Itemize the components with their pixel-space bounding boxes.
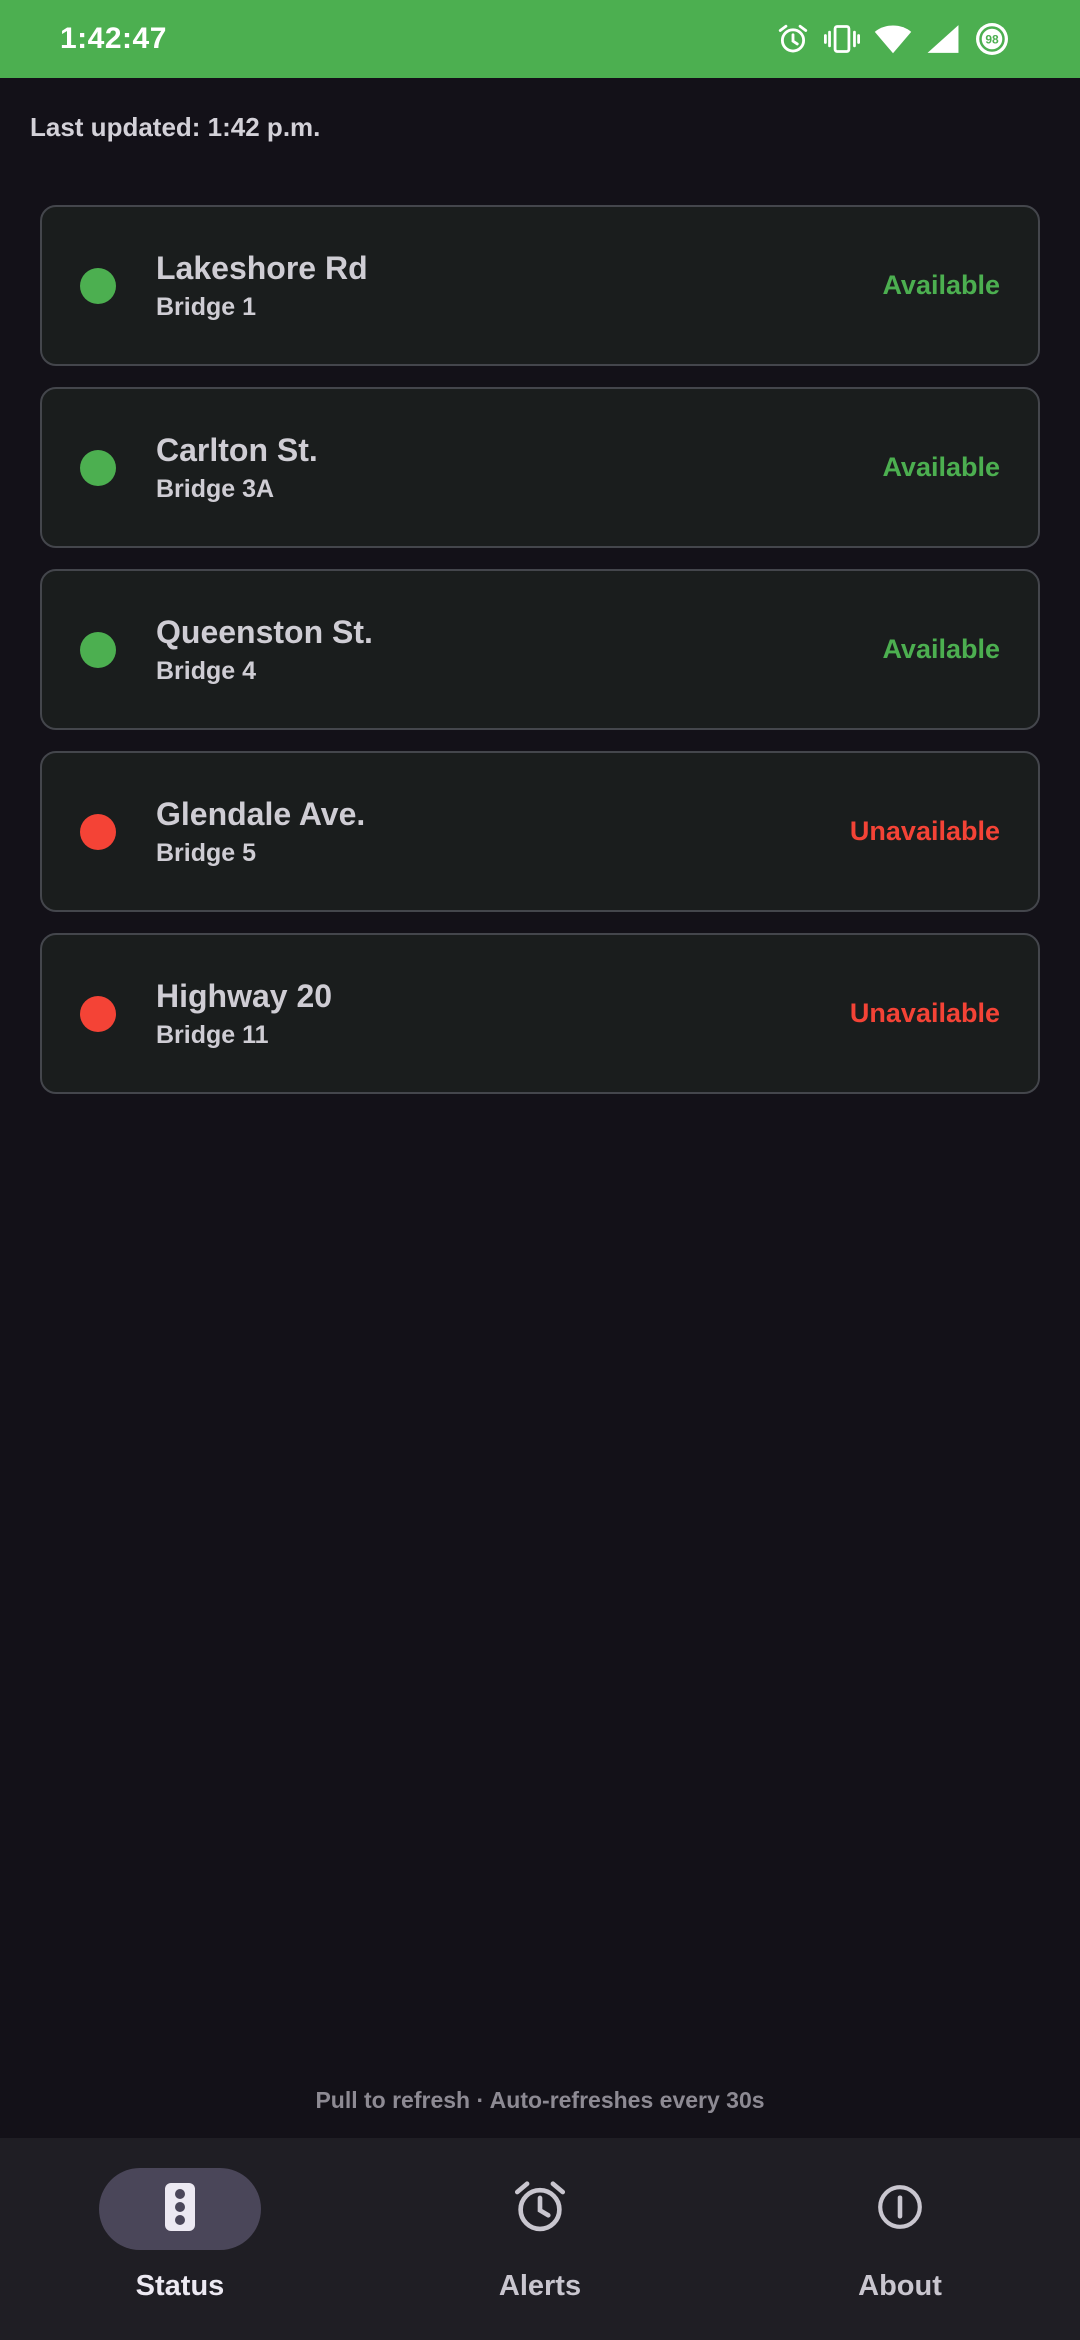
nav-item-alerts[interactable]: Alerts: [360, 2138, 720, 2340]
system-icons: 98: [776, 21, 1010, 57]
nav-item-status[interactable]: Status: [0, 2138, 360, 2340]
bottom-navigation: Status Alerts About: [0, 2138, 1080, 2340]
bridge-status: Unavailable: [849, 998, 1000, 1028]
screen: 1:42:47 98 Last updated: 1:42 p.m. Lakes…: [0, 0, 1080, 2340]
status-bar-time: 1:42:47: [60, 22, 167, 55]
info-icon: [875, 2182, 925, 2237]
bridge-name: Carlton St.: [156, 431, 318, 468]
bridge-status: Available: [882, 270, 1000, 300]
alarm-clock-icon: [509, 2176, 571, 2243]
status-dot: [80, 267, 116, 304]
nav-label-about: About: [858, 2270, 942, 2302]
bridge-name: Glendale Ave.: [156, 795, 366, 832]
nav-pill: [459, 2168, 621, 2250]
bridge-number: Bridge 1: [156, 292, 257, 321]
bridge-text: Glendale Ave. Bridge 5: [156, 794, 850, 870]
wifi-icon: [874, 23, 912, 55]
bridge-status: Available: [882, 634, 1000, 664]
bridge-text: Carlton St. Bridge 3A: [156, 430, 882, 506]
status-bar: 1:42:47 98: [0, 0, 1080, 78]
cell-signal-icon: [926, 23, 960, 55]
nav-item-about[interactable]: About: [720, 2138, 1080, 2340]
bridge-card[interactable]: Queenston St. Bridge 4 Available: [40, 569, 1040, 730]
traffic-light-icon: [162, 2181, 198, 2238]
refresh-hint: Pull to refresh · Auto-refreshes every 3…: [315, 2087, 765, 2113]
nav-active-indicator: [99, 2168, 261, 2250]
status-dot: [80, 449, 116, 486]
alarm-icon: [776, 22, 810, 56]
status-dot: [80, 813, 116, 850]
vibrate-icon: [824, 22, 860, 56]
bridge-card[interactable]: Glendale Ave. Bridge 5 Unavailable: [40, 751, 1040, 912]
nav-label-alerts: Alerts: [498, 2270, 582, 2302]
bridge-text: Lakeshore Rd Bridge 1: [156, 248, 882, 324]
status-dot: [80, 995, 116, 1032]
bridge-name: Queenston St.: [156, 613, 373, 650]
bridge-text: Queenston St. Bridge 4: [156, 612, 882, 688]
bridge-number: Bridge 4: [156, 656, 257, 685]
bridge-card[interactable]: Lakeshore Rd Bridge 1 Available: [40, 205, 1040, 366]
bridge-number: Bridge 5: [156, 838, 257, 867]
bridge-number: Bridge 11: [156, 1020, 269, 1049]
status-dot: [80, 631, 116, 668]
bridge-name: Lakeshore Rd: [156, 249, 368, 286]
bridge-status: Available: [882, 452, 1000, 482]
bridge-card[interactable]: Carlton St. Bridge 3A Available: [40, 387, 1040, 548]
bridge-name: Highway 20: [156, 977, 333, 1014]
last-updated-label: Last updated: 1:42 p.m.: [30, 112, 321, 142]
nav-label-status: Status: [135, 2270, 225, 2302]
bridge-text: Highway 20 Bridge 11: [156, 976, 850, 1052]
bridge-number: Bridge 3A: [156, 474, 275, 503]
battery-icon: 98: [974, 21, 1010, 57]
nav-pill: [819, 2168, 981, 2250]
bridge-status: Unavailable: [849, 816, 1000, 846]
battery-level: 98: [985, 33, 999, 47]
bridge-list: Lakeshore Rd Bridge 1 Available Carlton …: [40, 205, 1040, 1115]
bridge-card[interactable]: Highway 20 Bridge 11 Unavailable: [40, 933, 1040, 1094]
